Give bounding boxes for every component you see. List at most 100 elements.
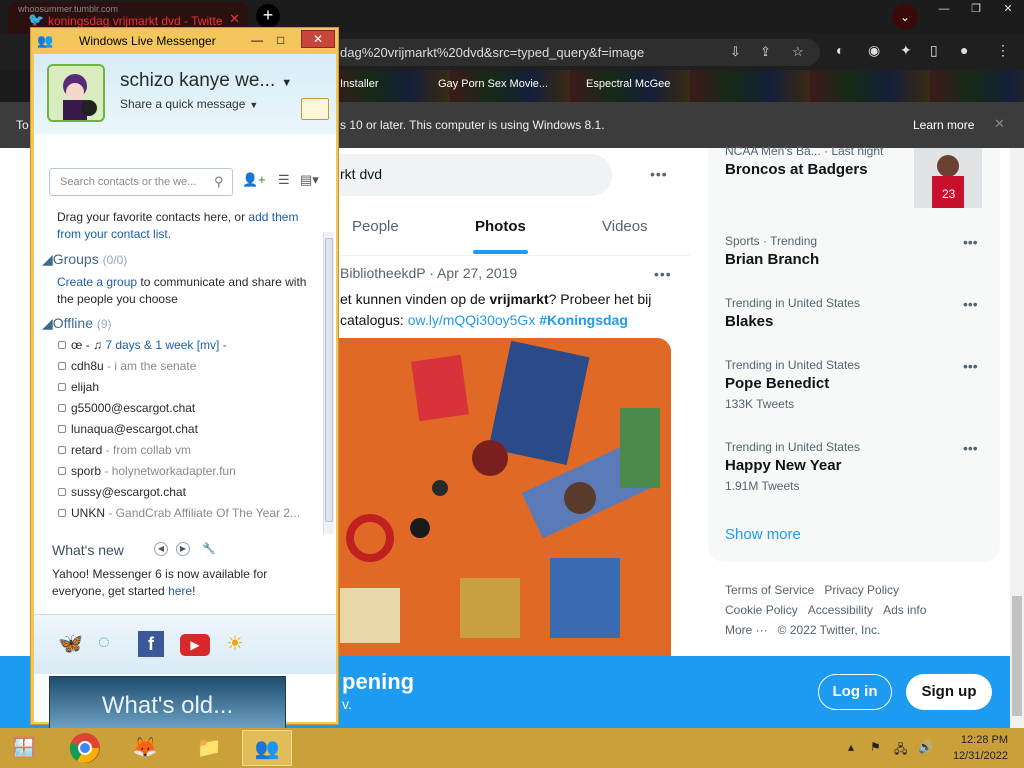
wrench-icon[interactable]: 🔧	[202, 542, 216, 555]
clock[interactable]: 12:28 PM 12/31/2022	[946, 732, 1008, 764]
contact-list-scrollbar[interactable]	[323, 232, 334, 534]
previous-icon[interactable]: ◀	[154, 542, 168, 556]
login-button[interactable]: Log in	[818, 674, 892, 710]
chrome-icon[interactable]	[60, 730, 110, 766]
quick-message[interactable]: Share a quick message ▼	[120, 97, 258, 111]
butterfly-icon[interactable]: 🦋	[58, 631, 83, 656]
footer-link[interactable]: Terms of Service	[725, 583, 814, 597]
share-icon[interactable]: ⇪	[760, 44, 771, 60]
tab-videos[interactable]: Videos	[602, 218, 648, 235]
trend-item[interactable]: Trending in United States Blakes •••	[725, 296, 985, 330]
minimize-icon[interactable]: —	[928, 0, 960, 18]
profile-icon[interactable]: ●	[960, 42, 968, 58]
minimize-icon[interactable]: —	[251, 33, 263, 47]
bookmark-item[interactable]: Gay Porn Sex Movie...	[438, 78, 548, 90]
footer-link[interactable]: Cookie Policy	[725, 603, 798, 617]
footer-link[interactable]: Ads info	[883, 603, 926, 617]
groups-header[interactable]: ◢Groups (0/0)	[42, 251, 127, 268]
contact-item[interactable]: lunaqua@escargot.chat	[58, 422, 198, 436]
trend-more-icon[interactable]: •••	[963, 234, 978, 250]
puzzle-icon[interactable]: ✦	[900, 42, 912, 59]
close-icon[interactable]: ✕	[301, 30, 335, 48]
contact-item[interactable]: retard - from collab vm	[58, 443, 191, 457]
show-more-link[interactable]: Show more	[725, 526, 801, 543]
news-text: Yahoo! Messenger 6 is now available for …	[52, 566, 312, 600]
trends-panel: NCAA Men's Ba... · Last night Broncos at…	[708, 144, 1000, 562]
contact-item[interactable]: sporb - holynetworkadapter.fun	[58, 464, 236, 478]
maximize-icon[interactable]: □	[277, 33, 284, 47]
sun-icon[interactable]: ☀	[226, 631, 244, 656]
trend-more-icon[interactable]: •••	[963, 440, 978, 456]
twitter-search-input[interactable]: rkt dvd	[320, 154, 612, 196]
start-app-icon[interactable]: 🪟	[2, 730, 46, 766]
maximize-icon[interactable]: ❐	[960, 0, 992, 18]
contact-card-icon[interactable]	[301, 98, 329, 120]
display-name[interactable]: schizo kanye we... ▼	[120, 70, 292, 92]
bookmark-item[interactable]: Installer	[340, 78, 379, 90]
scrollbar-thumb[interactable]	[1012, 596, 1022, 716]
tweet-meta[interactable]: BibliotheekdP · Apr 27, 2019	[340, 265, 517, 281]
new-tab-button[interactable]: +	[256, 4, 280, 28]
network-icon[interactable]: 🖧	[894, 740, 907, 761]
close-icon[interactable]: ✕	[992, 0, 1024, 18]
tweet-link[interactable]: ow.ly/mQQi30oy5Gx	[408, 312, 536, 328]
tweet-hashtag[interactable]: #Koningsdag	[539, 312, 628, 328]
offline-header[interactable]: ◢Offline (9)	[42, 315, 112, 332]
show-hidden-icon[interactable]: ▴	[848, 740, 854, 754]
trend-item[interactable]: Trending in United States Pope Benedict …	[725, 358, 985, 411]
chevron-down-icon[interactable]: ▼	[281, 77, 292, 89]
install-icon[interactable]: ⇩	[730, 44, 741, 60]
footer-link[interactable]: More ···	[725, 623, 768, 637]
star-icon[interactable]: ☆	[792, 44, 804, 60]
banner-subtitle: v.	[342, 696, 352, 712]
tweet-text: et kunnen vinden op de vrijmarkt? Probee…	[340, 289, 680, 331]
tab-close-icon[interactable]: ✕	[229, 11, 240, 27]
trend-item[interactable]: Sports · Trending Brian Branch •••	[725, 234, 985, 268]
avatar[interactable]	[47, 64, 105, 122]
create-group-link[interactable]: Create a group	[57, 275, 137, 289]
messenger-taskbar-icon[interactable]: 👥	[242, 730, 292, 766]
contact-item[interactable]: cdh8u - i am the senate	[58, 359, 196, 373]
trend-item[interactable]: NCAA Men's Ba... · Last night Broncos at…	[725, 144, 883, 178]
flag-icon[interactable]: ⚑	[870, 740, 881, 754]
tab-people[interactable]: People	[352, 218, 399, 235]
sidepanel-icon[interactable]: ▯	[930, 42, 938, 59]
file-explorer-icon[interactable]: 📁	[184, 730, 234, 766]
tab-photos[interactable]: Photos	[475, 218, 526, 235]
youtube-icon[interactable]: ▶	[180, 634, 210, 656]
extension-avatar-icon[interactable]: ◉	[868, 42, 880, 59]
contact-item[interactable]: sussy@escargot.chat	[58, 485, 186, 499]
news-link[interactable]: here	[168, 584, 192, 598]
menu-icon[interactable]: ⋮	[996, 42, 1010, 59]
footer-link[interactable]: Privacy Policy	[824, 583, 899, 597]
next-icon[interactable]: ▶	[176, 542, 190, 556]
trend-count: 1.91M Tweets	[725, 479, 800, 493]
skype-icon[interactable]: ◌	[98, 631, 110, 654]
page-scrollbar[interactable]	[1010, 148, 1024, 728]
learn-more-link[interactable]: Learn more	[913, 118, 974, 132]
infobar-close-icon[interactable]: ✕	[994, 116, 1005, 132]
tweet-image[interactable]	[320, 338, 671, 656]
trend-more-icon[interactable]: •••	[963, 296, 978, 312]
volume-icon[interactable]: 🔊	[918, 740, 933, 754]
footer-link[interactable]: Accessibility	[808, 603, 873, 617]
messenger-titlebar[interactable]: 👥 Windows Live Messenger — □ ✕	[31, 28, 338, 54]
trend-item[interactable]: Trending in United States Happy New Year…	[725, 440, 985, 493]
contact-item[interactable]: g55000@escargot.chat	[58, 401, 195, 415]
chevron-down-icon[interactable]: ⌄	[892, 4, 918, 30]
bookmark-item[interactable]: Espectral McGee	[586, 78, 670, 90]
extension-flag-icon[interactable]: ◐	[836, 42, 844, 58]
firefox-icon[interactable]: 🦊	[120, 730, 170, 766]
contact-item[interactable]: elijah	[58, 380, 99, 394]
chevron-down-icon[interactable]: ▼	[249, 100, 258, 110]
signup-button[interactable]: Sign up	[906, 674, 992, 710]
trend-more-icon[interactable]: •••	[963, 358, 978, 374]
search-more-icon[interactable]: •••	[650, 166, 668, 182]
scrollbar-thumb[interactable]	[325, 238, 333, 522]
contact-item[interactable]: œ - ♫ 7 days & 1 week [mv] -	[58, 338, 227, 352]
contact-item[interactable]: UNKN - GandCrab Affiliate Of The Year 2.…	[58, 506, 320, 520]
address-bar[interactable]: dag%20vrijmarkt%20dvd&src=typed_query&f=…	[330, 39, 820, 66]
tweet-more-icon[interactable]: •••	[654, 266, 672, 282]
facebook-icon[interactable]: f	[138, 631, 164, 657]
status-icon	[58, 488, 66, 496]
